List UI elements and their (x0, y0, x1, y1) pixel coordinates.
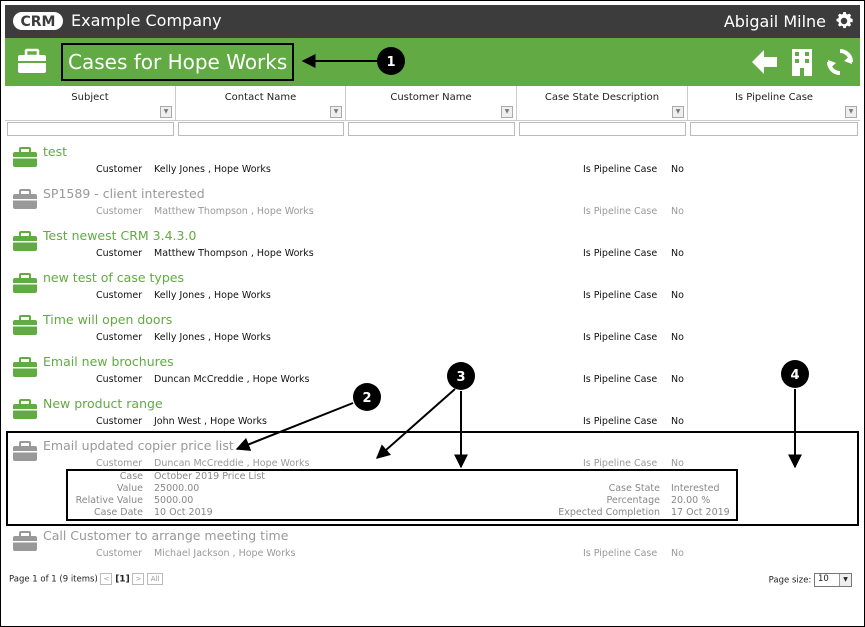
annotation-number: 2 (362, 391, 371, 406)
annotation-number: 4 (790, 368, 799, 383)
details-highlight (66, 469, 738, 521)
annotation-arrow-3a (375, 388, 456, 459)
annotation-badge-1: 1 (377, 47, 405, 75)
annotation-number: 3 (456, 370, 465, 385)
annotation-badge-2: 2 (353, 383, 381, 411)
annotation-badge-3: 3 (447, 362, 475, 390)
expanded-case-highlight (6, 431, 859, 526)
annotation-arrow-2 (235, 402, 354, 451)
annotation-layer: 1 2 3 4 (6, 47, 859, 526)
annotation-badge-4: 4 (781, 360, 809, 388)
crm-window: CRM Example Company Abigail Milne Cases … (0, 0, 865, 627)
annotation-number: 1 (386, 55, 395, 70)
